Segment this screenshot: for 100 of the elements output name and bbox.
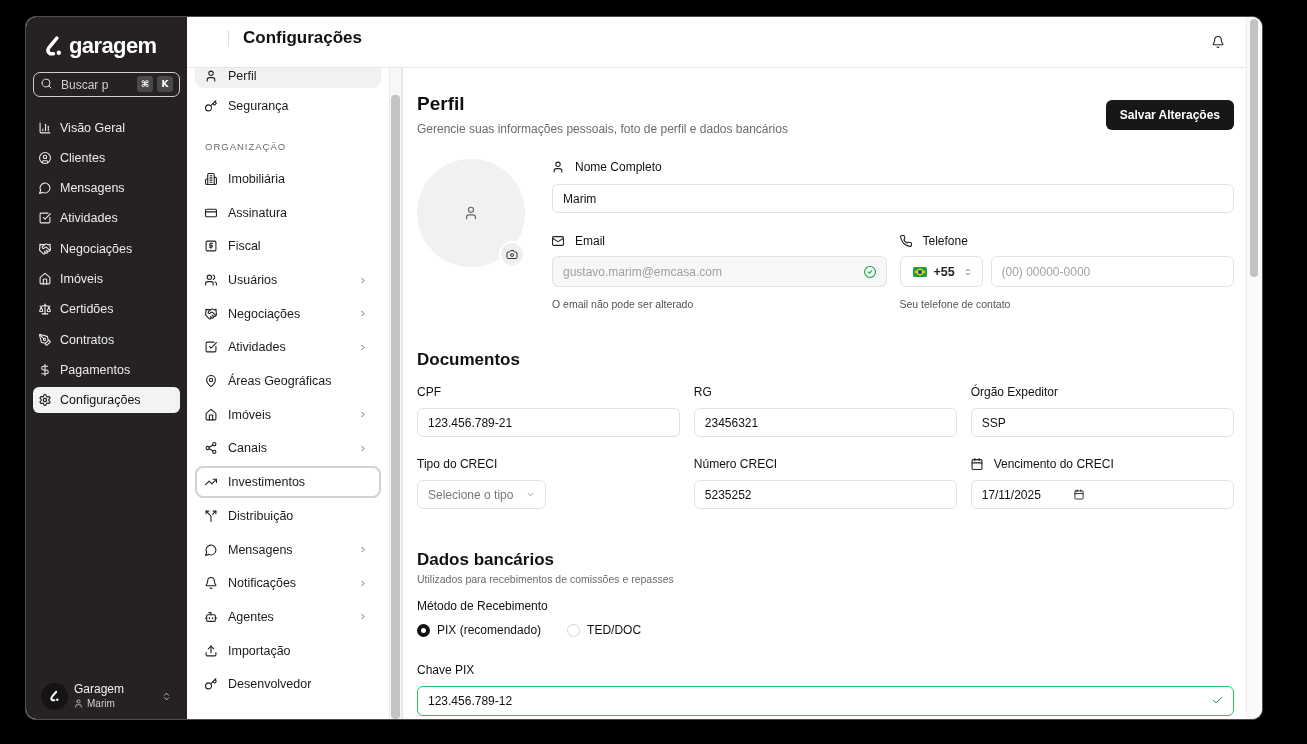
settings-nav-item[interactable]: Assinatura — [195, 196, 381, 229]
scrollbar-thumb[interactable] — [1250, 19, 1258, 277]
field-label: Número CRECI — [693, 456, 778, 472]
text-input[interactable]: 5235252 — [693, 480, 958, 509]
section-heading: Dados bancários — [417, 549, 555, 571]
section-heading: Documentos — [417, 349, 521, 371]
shortcut-key: K — [157, 76, 173, 92]
field-hint: Seu telefone de contato — [899, 297, 1012, 311]
scales-icon — [39, 303, 51, 316]
nav-item[interactable]: Imóveis — [33, 266, 180, 292]
nav-item[interactable]: Contratos — [33, 326, 180, 353]
key-icon — [205, 99, 217, 112]
pix-key-input[interactable]: 123.456.789-12 — [417, 686, 1234, 716]
receipt-icon — [205, 240, 217, 253]
settings-nav-item[interactable]: Segurança — [195, 89, 381, 122]
check-square-icon — [39, 212, 51, 225]
handshake-icon — [39, 242, 51, 255]
field-label: Telefone — [922, 233, 968, 249]
nav-item[interactable]: Atividades — [33, 205, 180, 232]
house-icon — [205, 408, 217, 421]
bar-chart-icon — [39, 121, 51, 134]
share-icon — [205, 442, 217, 455]
settings-nav-item[interactable]: Áreas Geográficas — [195, 365, 381, 398]
nav-item[interactable]: Pagamentos — [33, 356, 180, 383]
radio-button[interactable] — [417, 623, 430, 637]
scrollbar-thumb[interactable] — [391, 95, 400, 719]
settings-nav-item[interactable]: Atividades — [195, 331, 381, 364]
text-input[interactable]: SSP — [970, 408, 1234, 437]
settings-nav-item[interactable]: Canais — [195, 432, 381, 465]
save-button[interactable]: Salvar Alterações — [1105, 100, 1234, 130]
nav-item[interactable]: Clientes — [33, 144, 180, 171]
handshake-icon — [205, 307, 217, 320]
nav-item[interactable]: Visão Geral — [33, 114, 180, 141]
workspace-logo-icon — [41, 682, 68, 710]
logo-icon — [44, 36, 63, 56]
settings-nav-item[interactable]: Agentes — [195, 600, 381, 633]
robot-icon — [205, 610, 217, 623]
nav-item[interactable]: Certidões — [33, 296, 180, 323]
select-field[interactable]: Selecione o tipo — [417, 480, 546, 509]
credit-card-icon — [205, 206, 217, 219]
user-circle-icon — [39, 151, 51, 164]
field-label: Email — [575, 233, 605, 249]
settings-nav-item[interactable]: Imobiliária — [195, 162, 381, 195]
section-title: Perfil — [417, 92, 466, 116]
settings-nav-item[interactable]: Imóveis — [195, 398, 381, 431]
nav-item[interactable]: Configurações — [33, 387, 180, 414]
field-label: Método de Recebimento — [417, 598, 549, 614]
upload-icon — [205, 644, 217, 657]
check-icon — [1212, 695, 1223, 706]
country-code-select[interactable]: +55 — [899, 256, 983, 287]
user-icon — [464, 205, 478, 221]
settings-nav-item[interactable]: Negociações — [195, 297, 381, 330]
logo-text: garagem — [69, 34, 157, 58]
user-name: Marim — [87, 697, 115, 710]
text-input[interactable]: 23456321 — [693, 408, 958, 437]
dollar-icon — [39, 363, 51, 376]
settings-nav-item[interactable]: Usuários — [195, 264, 381, 297]
settings-nav-item[interactable]: Fiscal — [195, 230, 381, 263]
chevrons-up-down-icon — [963, 266, 972, 277]
settings-nav-item[interactable]: Perfil — [195, 68, 381, 88]
page-title: Configurações — [243, 27, 363, 48]
pen-nib-icon — [39, 333, 51, 346]
radio-option[interactable]: TED/DOC — [567, 623, 642, 637]
phone-input[interactable]: (00) 00000-0000 — [990, 256, 1234, 287]
calendar-icon[interactable] — [1073, 489, 1084, 500]
settings-icon — [39, 394, 51, 407]
settings-nav-item[interactable]: Importação — [195, 634, 381, 667]
search-icon — [41, 78, 52, 89]
text-input[interactable]: 123.456.789-21 — [417, 408, 681, 437]
settings-nav-item[interactable]: Notificações — [195, 567, 381, 600]
chevron-down-icon — [526, 490, 535, 499]
field-label: Vencimento do CRECI — [993, 456, 1114, 472]
chevrons-up-down-icon[interactable] — [162, 690, 171, 702]
field-hint: O email não pode ser alterado — [552, 297, 695, 311]
check-square-icon — [205, 341, 217, 354]
nav-item[interactable]: Negociações — [33, 235, 180, 262]
radio-option[interactable]: PIX (recomendado) — [417, 623, 542, 637]
date-input[interactable]: 17/11/2025 — [970, 480, 1234, 509]
field-label: Chave PIX — [417, 662, 476, 678]
calendar-icon — [970, 458, 983, 470]
users-icon — [205, 274, 217, 287]
user-icon — [552, 161, 564, 173]
field-label: Órgão Expeditor — [970, 384, 1059, 400]
phone-icon — [899, 235, 912, 247]
settings-nav-item[interactable]: Distribuição — [195, 499, 381, 532]
settings-nav-item[interactable]: Desenvolvedor — [195, 668, 381, 701]
field-label: Nome Completo — [575, 159, 662, 175]
key-icon — [205, 678, 217, 691]
settings-nav-item[interactable]: Investimentos — [195, 466, 381, 499]
settings-nav-item[interactable]: Mensagens — [195, 533, 381, 566]
field-label: RG — [693, 384, 712, 400]
mail-icon — [552, 235, 564, 247]
nav-item[interactable]: Mensagens — [33, 175, 180, 202]
section-subtitle: Utilizados para recebimentos de comissões e repasses — [417, 572, 675, 586]
building-icon — [205, 172, 217, 185]
full-name-input[interactable]: Marim — [552, 184, 1234, 213]
chat-bubble-icon — [39, 182, 51, 195]
section-label: ORGANIZAÇÃO — [204, 139, 288, 154]
chat-bubble-icon — [205, 543, 217, 556]
user-icon — [205, 70, 217, 82]
